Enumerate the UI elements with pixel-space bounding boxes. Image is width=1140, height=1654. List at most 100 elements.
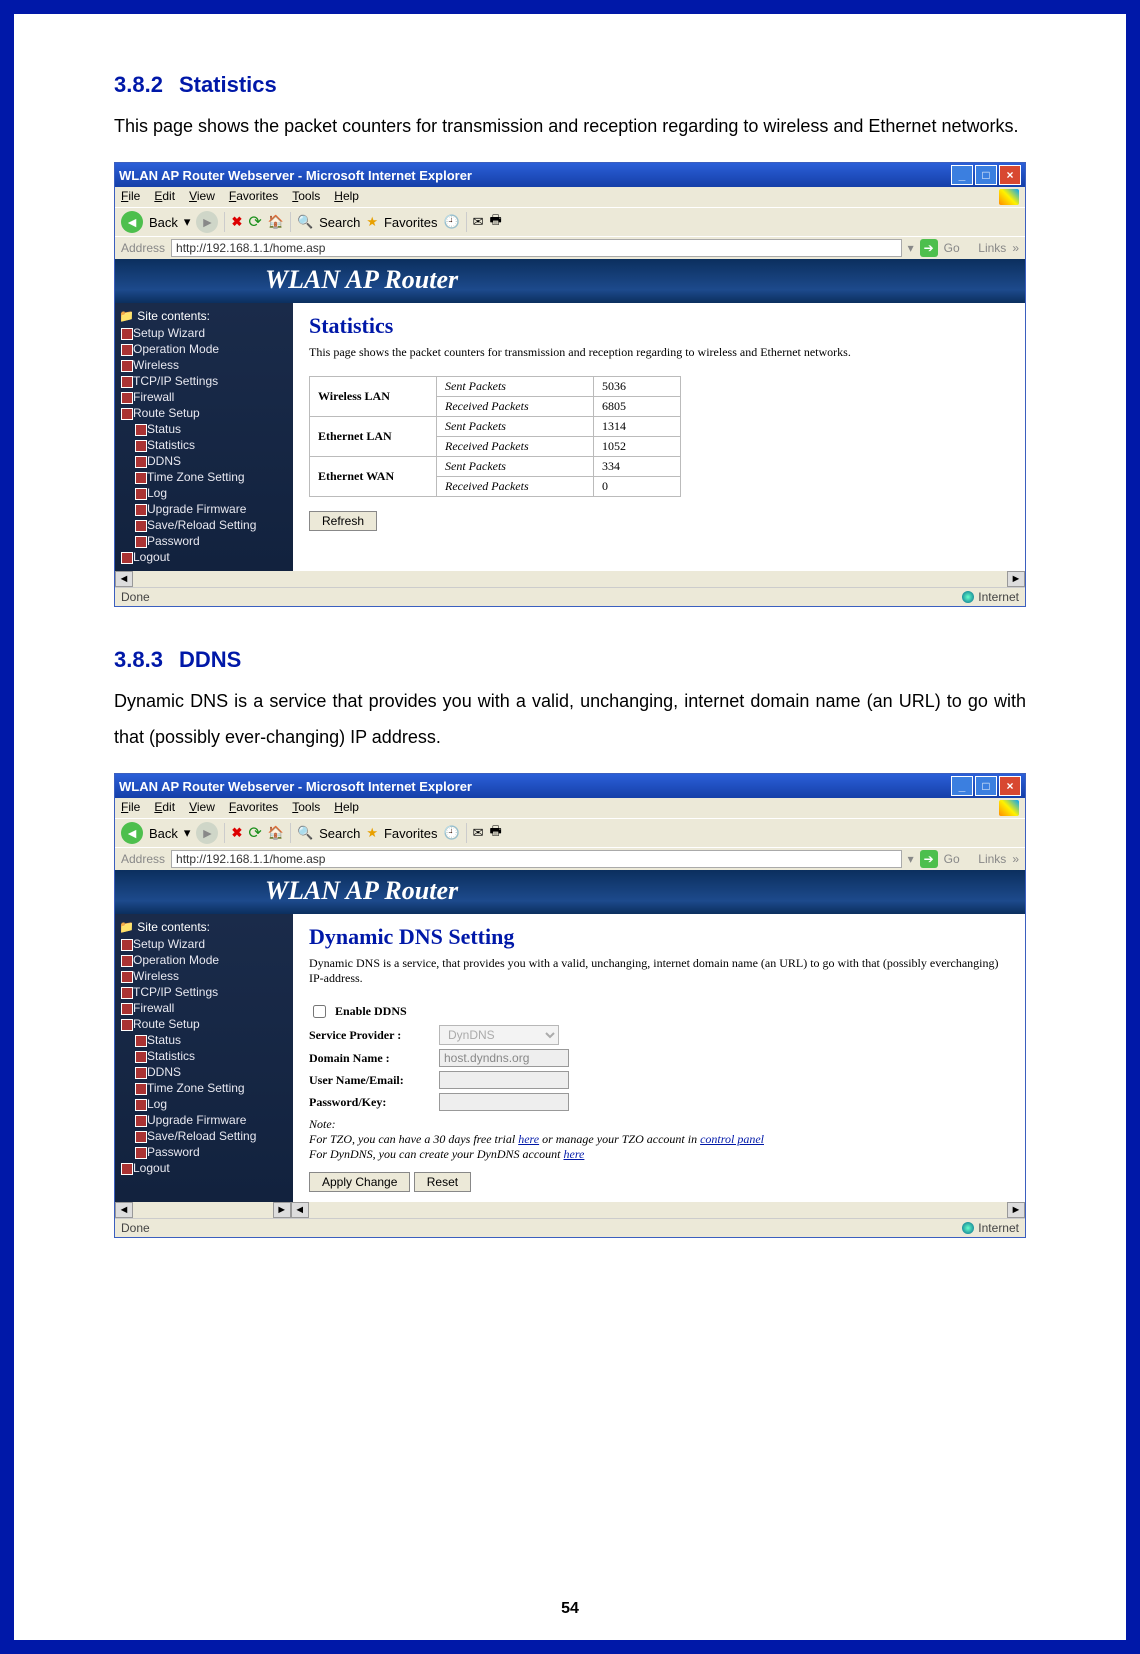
sidebar-item-timezone[interactable]: Time Zone Setting [119, 1080, 289, 1096]
address-dropdown-icon[interactable]: ▾ [908, 852, 914, 866]
sidebar-item-password[interactable]: Password [119, 1144, 289, 1160]
search-label[interactable]: Search [319, 826, 360, 841]
menu-help[interactable]: Help [334, 189, 359, 205]
maximize-icon[interactable]: □ [975, 165, 997, 185]
forward-icon[interactable]: ► [196, 822, 218, 844]
menu-favorites[interactable]: Favorites [229, 189, 278, 205]
sidebar-item-route-setup[interactable]: Route Setup [119, 405, 289, 421]
provider-select[interactable]: DynDNS [439, 1025, 559, 1045]
sidebar-item-ddns[interactable]: DDNS [119, 1064, 289, 1080]
sidebar-item-firewall[interactable]: Firewall [119, 1000, 289, 1016]
links-expand-icon[interactable]: » [1012, 241, 1019, 255]
stop-icon[interactable]: ✖ [231, 825, 242, 841]
stop-icon[interactable]: ✖ [231, 214, 242, 230]
sidebar-item-wireless[interactable]: Wireless [119, 357, 289, 373]
scroll-left-icon[interactable]: ◄ [115, 1202, 133, 1218]
close-icon[interactable]: × [999, 776, 1021, 796]
sidebar-item-password[interactable]: Password [119, 533, 289, 549]
sidebar-item-operation-mode[interactable]: Operation Mode [119, 341, 289, 357]
enable-ddns-checkbox[interactable] [313, 1005, 326, 1018]
go-label[interactable]: Go [944, 241, 960, 255]
back-icon[interactable]: ◄ [121, 822, 143, 844]
sidebar-item-log[interactable]: Log [119, 485, 289, 501]
password-input[interactable] [439, 1093, 569, 1111]
sidebar-item-savereload[interactable]: Save/Reload Setting [119, 1128, 289, 1144]
user-input[interactable] [439, 1071, 569, 1089]
history-icon[interactable]: 🕘 [443, 825, 459, 841]
sidebar-item-wireless[interactable]: Wireless [119, 968, 289, 984]
links-expand-icon[interactable]: » [1012, 852, 1019, 866]
scroll-right-icon[interactable]: ► [1007, 1202, 1025, 1218]
history-icon[interactable]: 🕘 [443, 214, 459, 230]
sidebar-item-savereload[interactable]: Save/Reload Setting [119, 517, 289, 533]
sidebar-item-log[interactable]: Log [119, 1096, 289, 1112]
close-icon[interactable]: × [999, 165, 1021, 185]
mail-icon[interactable]: ✉ [473, 825, 484, 841]
sidebar-item-firewall[interactable]: Firewall [119, 389, 289, 405]
search-icon[interactable]: 🔍 [297, 825, 313, 841]
reset-button[interactable]: Reset [414, 1172, 471, 1192]
menu-view[interactable]: View [189, 800, 215, 816]
links-label[interactable]: Links [978, 241, 1006, 255]
menu-file[interactable]: File [121, 800, 140, 816]
sidebar-item-ddns[interactable]: DDNS [119, 453, 289, 469]
scroll-left-icon[interactable]: ◄ [291, 1202, 309, 1218]
sidebar-item-timezone[interactable]: Time Zone Setting [119, 469, 289, 485]
back-label[interactable]: Back [149, 826, 178, 841]
refresh-icon[interactable]: ⟳ [248, 823, 261, 843]
search-icon[interactable]: 🔍 [297, 214, 313, 230]
apply-button[interactable]: Apply Change [309, 1172, 410, 1192]
sidebar-item-status[interactable]: Status [119, 421, 289, 437]
menu-edit[interactable]: Edit [154, 800, 175, 816]
back-dropdown-icon[interactable]: ▾ [184, 214, 191, 230]
search-label[interactable]: Search [319, 215, 360, 230]
sidebar-item-setup-wizard[interactable]: Setup Wizard [119, 936, 289, 952]
favorites-label[interactable]: Favorites [384, 826, 437, 841]
back-dropdown-icon[interactable]: ▾ [184, 825, 191, 841]
sidebar-item-route-setup[interactable]: Route Setup [119, 1016, 289, 1032]
menu-help[interactable]: Help [334, 800, 359, 816]
sidebar-item-setup-wizard[interactable]: Setup Wizard [119, 325, 289, 341]
sidebar-item-status[interactable]: Status [119, 1032, 289, 1048]
scroll-right-icon[interactable]: ► [273, 1202, 291, 1218]
favorites-icon[interactable]: ★ [366, 214, 378, 230]
refresh-button[interactable]: Refresh [309, 511, 377, 531]
sidebar-item-statistics[interactable]: Statistics [119, 437, 289, 453]
note-link-here[interactable]: here [518, 1132, 539, 1146]
note-link-here2[interactable]: here [564, 1147, 585, 1161]
menu-tools[interactable]: Tools [292, 189, 320, 205]
horizontal-scrollbar[interactable]: ◄ ► [115, 571, 1025, 587]
minimize-icon[interactable]: _ [951, 776, 973, 796]
links-label[interactable]: Links [978, 852, 1006, 866]
go-label[interactable]: Go [944, 852, 960, 866]
menu-view[interactable]: View [189, 189, 215, 205]
forward-icon[interactable]: ► [196, 211, 218, 233]
home-icon[interactable]: 🏠 [268, 214, 284, 230]
menu-favorites[interactable]: Favorites [229, 800, 278, 816]
back-icon[interactable]: ◄ [121, 211, 143, 233]
menu-file[interactable]: File [121, 189, 140, 205]
domain-input[interactable] [439, 1049, 569, 1067]
note-link-control-panel[interactable]: control panel [700, 1132, 764, 1146]
sidebar-item-upgrade[interactable]: Upgrade Firmware [119, 501, 289, 517]
scroll-right-icon[interactable]: ► [1007, 571, 1025, 587]
minimize-icon[interactable]: _ [951, 165, 973, 185]
back-label[interactable]: Back [149, 215, 178, 230]
home-icon[interactable]: 🏠 [268, 825, 284, 841]
favorites-label[interactable]: Favorites [384, 215, 437, 230]
sidebar-item-logout[interactable]: Logout [119, 549, 289, 565]
favorites-icon[interactable]: ★ [366, 825, 378, 841]
sidebar-item-tcpip[interactable]: TCP/IP Settings [119, 984, 289, 1000]
sidebar-item-tcpip[interactable]: TCP/IP Settings [119, 373, 289, 389]
print-icon[interactable]: 🖶 [490, 822, 502, 844]
refresh-icon[interactable]: ⟳ [248, 212, 261, 232]
sidebar-item-operation-mode[interactable]: Operation Mode [119, 952, 289, 968]
go-icon[interactable]: ➔ [920, 239, 938, 257]
address-input[interactable]: http://192.168.1.1/home.asp [171, 850, 902, 868]
horizontal-scrollbar[interactable]: ◄ ► ◄ ► [115, 1202, 1025, 1218]
print-icon[interactable]: 🖶 [490, 211, 502, 233]
address-input[interactable]: http://192.168.1.1/home.asp [171, 239, 902, 257]
scroll-left-icon[interactable]: ◄ [115, 571, 133, 587]
sidebar-item-logout[interactable]: Logout [119, 1160, 289, 1176]
mail-icon[interactable]: ✉ [473, 214, 484, 230]
